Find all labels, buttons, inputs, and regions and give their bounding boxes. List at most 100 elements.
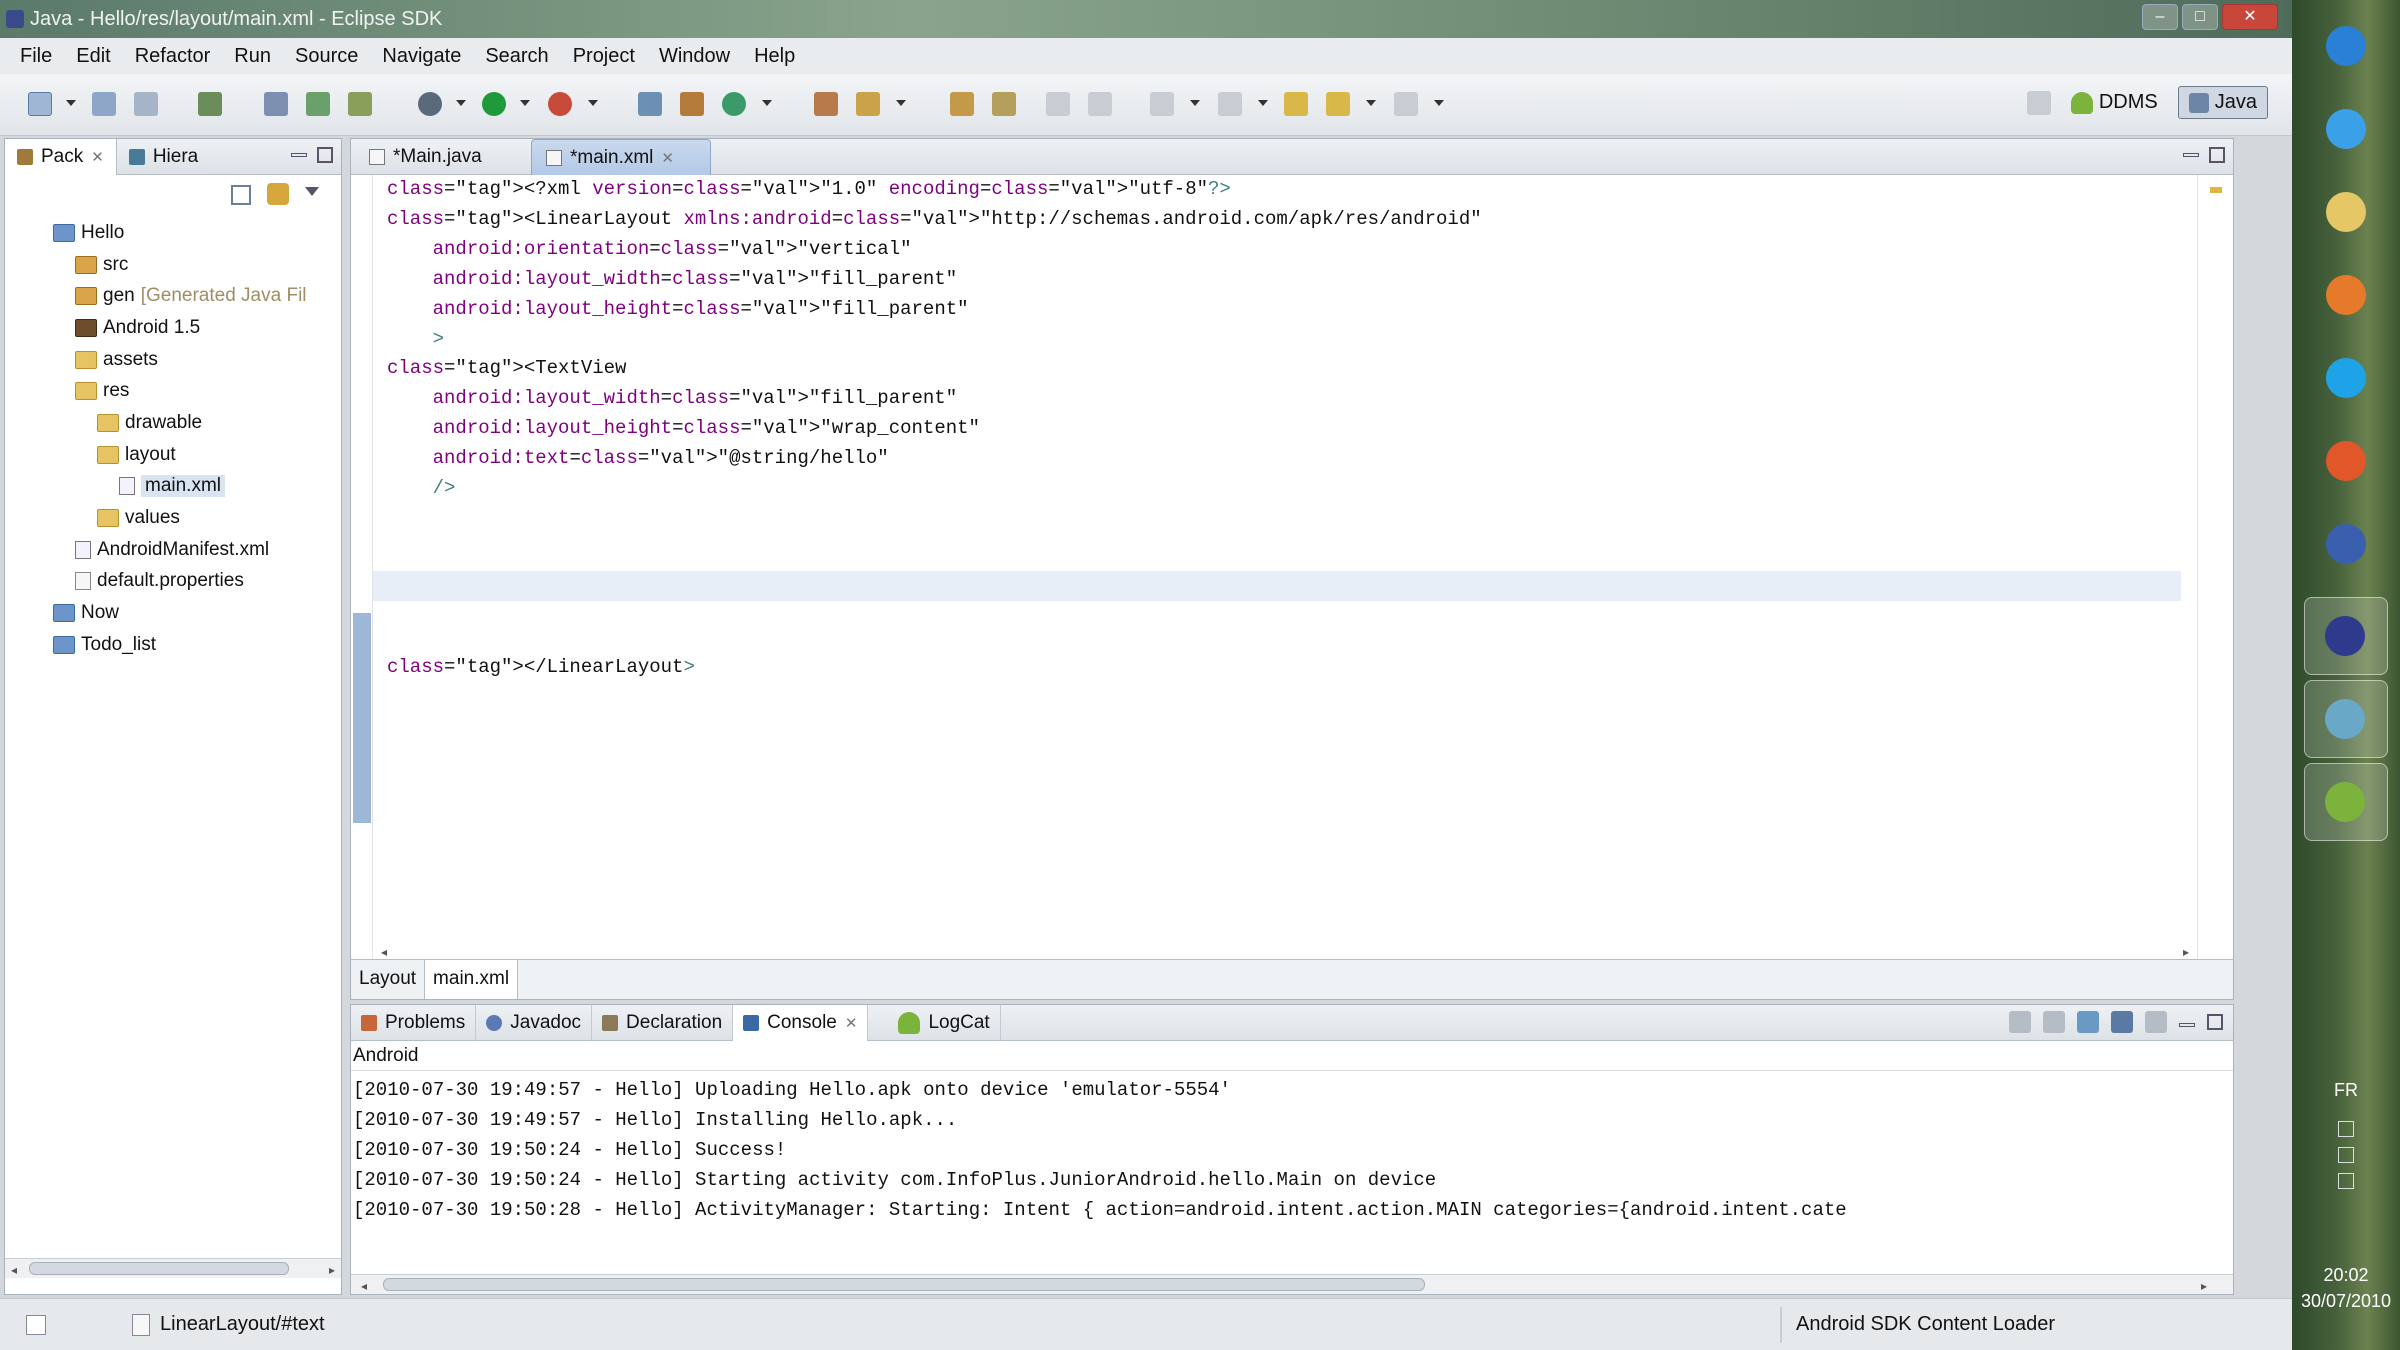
chevron-down-icon[interactable] bbox=[1190, 100, 1200, 106]
perspective-java-button[interactable]: Java bbox=[2177, 86, 2268, 119]
taskbar-clock[interactable]: 20:02 30/07/2010 bbox=[2292, 1262, 2400, 1314]
menu-run[interactable]: Run bbox=[222, 45, 283, 68]
previous-annotation-icon[interactable] bbox=[1218, 92, 1242, 116]
tab-declaration[interactable]: Declaration bbox=[592, 1004, 734, 1041]
scroll-left-icon[interactable]: ◂ bbox=[381, 945, 387, 959]
tab-problems[interactable]: Problems bbox=[351, 1004, 477, 1041]
fast-view-icon[interactable] bbox=[26, 1314, 46, 1335]
back-icon[interactable] bbox=[1326, 92, 1350, 116]
save-all-icon[interactable] bbox=[134, 92, 158, 116]
menu-navigate[interactable]: Navigate bbox=[370, 45, 473, 68]
link-app-icon[interactable] bbox=[2316, 514, 2376, 574]
open-type-icon[interactable] bbox=[814, 92, 838, 116]
menu-edit[interactable]: Edit bbox=[64, 45, 122, 68]
chevron-down-icon[interactable] bbox=[456, 100, 466, 106]
tab-logcat[interactable]: LogCat bbox=[868, 1004, 1001, 1041]
tree-item[interactable]: gen [Generated Java Fil bbox=[5, 280, 341, 312]
tree-item[interactable]: Todo_list bbox=[5, 629, 341, 661]
tab-package-explorer[interactable]: Pack ✕ bbox=[5, 138, 117, 175]
code-line[interactable]: class="tag"><LinearLayout xmlns:android=… bbox=[387, 205, 1482, 235]
firefox-icon[interactable] bbox=[2316, 431, 2376, 491]
code-line[interactable]: android:layout_width=class="val">"fill_p… bbox=[387, 384, 958, 414]
search-icon[interactable] bbox=[856, 92, 880, 116]
tab-main-xml[interactable]: *main.xml ✕ bbox=[531, 139, 711, 175]
code-line[interactable]: android:layout_height=class="val">"wrap_… bbox=[387, 414, 980, 444]
menu-source[interactable]: Source bbox=[283, 45, 370, 68]
tree-item[interactable]: Android 1.5 bbox=[5, 312, 341, 344]
chevron-down-icon[interactable] bbox=[762, 100, 772, 106]
close-icon[interactable]: ✕ bbox=[845, 1014, 858, 1032]
media-player-icon[interactable] bbox=[2316, 265, 2376, 325]
link-with-editor-icon[interactable] bbox=[267, 183, 289, 205]
skype-icon[interactable] bbox=[2316, 348, 2376, 408]
windows-start-icon[interactable] bbox=[2316, 16, 2376, 76]
new-wizard-icon[interactable] bbox=[28, 92, 52, 116]
chevron-down-icon[interactable] bbox=[1366, 100, 1376, 106]
code-line[interactable]: android:text=class="val">"@string/hello" bbox=[387, 444, 889, 474]
editor-horizontal-scrollbar[interactable]: ◂ ▸ bbox=[373, 941, 2197, 961]
tree-item[interactable]: drawable bbox=[5, 407, 341, 439]
tab-hierarchy[interactable]: Hiera bbox=[117, 139, 210, 175]
scroll-left-icon[interactable]: ◂ bbox=[11, 1263, 17, 1277]
new-package-icon[interactable] bbox=[638, 92, 662, 116]
tree-item[interactable]: res bbox=[5, 375, 341, 407]
scrollbar-thumb[interactable] bbox=[383, 1278, 1425, 1291]
menu-file[interactable]: File bbox=[8, 45, 64, 68]
tree-item[interactable]: default.properties bbox=[5, 566, 341, 598]
code-line[interactable]: android:orientation=class="val">"vertica… bbox=[387, 235, 912, 265]
scroll-right-icon[interactable]: ▸ bbox=[2201, 1279, 2207, 1293]
tree-item[interactable]: src bbox=[5, 249, 341, 281]
action-center-icon[interactable] bbox=[2338, 1147, 2354, 1163]
forward-icon[interactable] bbox=[1394, 92, 1418, 116]
minimize-editor-icon[interactable] bbox=[2183, 153, 2199, 157]
minimize-button[interactable]: – bbox=[2142, 4, 2178, 30]
android-lint-icon[interactable] bbox=[348, 92, 372, 116]
clear-console-icon[interactable] bbox=[2009, 1011, 2031, 1033]
scrollbar-thumb[interactable] bbox=[29, 1262, 289, 1275]
scroll-left-icon[interactable]: ◂ bbox=[361, 1279, 367, 1293]
tree-item[interactable]: layout bbox=[5, 439, 341, 471]
tree-item[interactable]: Now bbox=[5, 597, 341, 629]
close-icon[interactable]: ✕ bbox=[91, 148, 104, 166]
menu-help[interactable]: Help bbox=[742, 45, 807, 68]
close-icon[interactable]: ✕ bbox=[661, 149, 674, 167]
menu-search[interactable]: Search bbox=[473, 45, 560, 68]
toggle-mark-occurrences-icon[interactable] bbox=[950, 92, 974, 116]
perspective-ddms-button[interactable]: DDMS bbox=[2061, 87, 2168, 118]
tree-item[interactable]: assets bbox=[5, 344, 341, 376]
eclipse-icon[interactable] bbox=[2304, 597, 2388, 675]
chevron-down-icon[interactable] bbox=[520, 100, 530, 106]
next-annotation-icon[interactable] bbox=[1150, 92, 1174, 116]
menu-window[interactable]: Window bbox=[647, 45, 742, 68]
tree-item[interactable]: values bbox=[5, 502, 341, 534]
code-line[interactable]: class="tag"></LinearLayout> bbox=[387, 653, 695, 683]
tab-layout[interactable]: Layout bbox=[351, 960, 426, 999]
code-line[interactable]: /> bbox=[387, 474, 456, 504]
maximize-view-icon[interactable] bbox=[2207, 1014, 2223, 1030]
code-line[interactable]: > bbox=[387, 325, 444, 355]
android-emulator-icon[interactable] bbox=[2304, 763, 2388, 841]
overview-ruler[interactable] bbox=[2197, 175, 2233, 961]
tree-item[interactable]: AndroidManifest.xml bbox=[5, 534, 341, 566]
save-icon[interactable] bbox=[92, 92, 116, 116]
collapse-all-icon[interactable] bbox=[231, 185, 251, 205]
scroll-lock-icon[interactable] bbox=[2043, 1011, 2065, 1033]
open-console-icon[interactable] bbox=[2145, 1011, 2167, 1033]
tree-item[interactable]: Hello bbox=[5, 217, 341, 249]
tab-xml-source[interactable]: main.xml bbox=[425, 960, 519, 999]
maximize-view-icon[interactable] bbox=[317, 147, 333, 163]
debug-icon[interactable] bbox=[418, 92, 442, 116]
chevron-down-icon[interactable] bbox=[588, 100, 598, 106]
code-editor[interactable]: class="tag"><?xml version=class="val">"1… bbox=[351, 175, 2233, 961]
close-button[interactable]: ✕ bbox=[2222, 4, 2278, 30]
tree-item[interactable]: main.xml bbox=[5, 471, 341, 503]
file-explorer-icon[interactable] bbox=[2316, 182, 2376, 242]
chevron-down-icon[interactable] bbox=[1258, 100, 1268, 106]
menu-project[interactable]: Project bbox=[561, 45, 647, 68]
maximize-button[interactable]: □ bbox=[2182, 4, 2218, 30]
pin-console-icon[interactable] bbox=[2077, 1011, 2099, 1033]
run-icon[interactable] bbox=[482, 92, 506, 116]
chevron-down-icon[interactable] bbox=[1434, 100, 1444, 106]
internet-explorer-icon[interactable] bbox=[2316, 99, 2376, 159]
maximize-editor-icon[interactable] bbox=[2209, 147, 2225, 163]
